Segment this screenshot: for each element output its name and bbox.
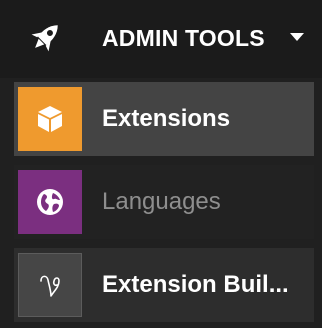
caret-down-icon[interactable] xyxy=(290,33,304,41)
menu-item-label: Extension Buil... xyxy=(102,271,289,298)
languages-tile xyxy=(18,170,82,234)
extensions-tile xyxy=(18,87,82,151)
extension-builder-tile xyxy=(18,253,82,317)
menu-item-languages[interactable]: Languages xyxy=(14,165,314,239)
menu-item-extensions[interactable]: Extensions xyxy=(14,82,314,156)
menu-item-label: Extensions xyxy=(102,105,231,132)
rocket-icon xyxy=(31,25,58,52)
admin-tools-title: ADMIN TOOLS xyxy=(102,25,265,51)
vine-icon xyxy=(40,275,60,297)
menu-item-extension-builder[interactable]: Extension Buil... xyxy=(14,248,314,322)
admin-tools-panel: ADMIN TOOLS Extensions Languages Extensi… xyxy=(0,0,322,328)
menu-item-label: Languages xyxy=(102,188,221,215)
globe-icon xyxy=(37,189,63,215)
box-icon xyxy=(38,106,62,132)
admin-tools-header[interactable]: ADMIN TOOLS xyxy=(0,0,322,78)
